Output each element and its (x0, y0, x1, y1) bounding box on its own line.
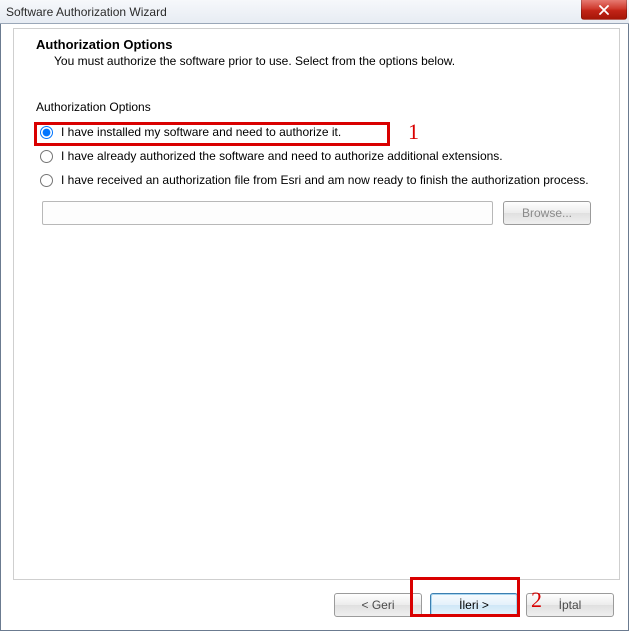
group-title: Authorization Options (36, 100, 603, 114)
authorization-options-group: Authorization Options I have installed m… (30, 100, 603, 225)
radio-install-authorize[interactable] (40, 126, 53, 139)
wizard-footer: < Geri İleri > İptal (1, 580, 628, 630)
browse-button[interactable]: Browse... (503, 201, 591, 225)
page-title: Authorization Options (36, 37, 597, 52)
header: Authorization Options You must authorize… (14, 29, 619, 80)
window-title: Software Authorization Wizard (6, 5, 167, 19)
option-additional-extensions[interactable]: I have already authorized the software a… (40, 148, 599, 164)
radio-install-authorize-label: I have installed my software and need to… (61, 124, 341, 140)
radio-additional-extensions-label: I have already authorized the software a… (61, 148, 503, 164)
option-install-authorize[interactable]: I have installed my software and need to… (40, 124, 599, 140)
dialog-body: Authorization Options You must authorize… (13, 28, 620, 580)
back-button[interactable]: < Geri (334, 593, 422, 617)
window-controls (581, 0, 629, 23)
auth-file-path-input[interactable] (42, 201, 493, 225)
page-subtitle: You must authorize the software prior to… (54, 54, 597, 68)
next-button[interactable]: İleri > (430, 593, 518, 617)
dialog-frame: Authorization Options You must authorize… (0, 24, 629, 631)
close-icon[interactable] (581, 0, 627, 20)
cancel-button[interactable]: İptal (526, 593, 614, 617)
radio-auth-file[interactable] (40, 174, 53, 187)
auth-file-row: Browse... (42, 201, 591, 225)
option-auth-file[interactable]: I have received an authorization file fr… (40, 172, 599, 188)
radio-additional-extensions[interactable] (40, 150, 53, 163)
radio-auth-file-label: I have received an authorization file fr… (61, 172, 589, 188)
titlebar: Software Authorization Wizard (0, 0, 629, 24)
